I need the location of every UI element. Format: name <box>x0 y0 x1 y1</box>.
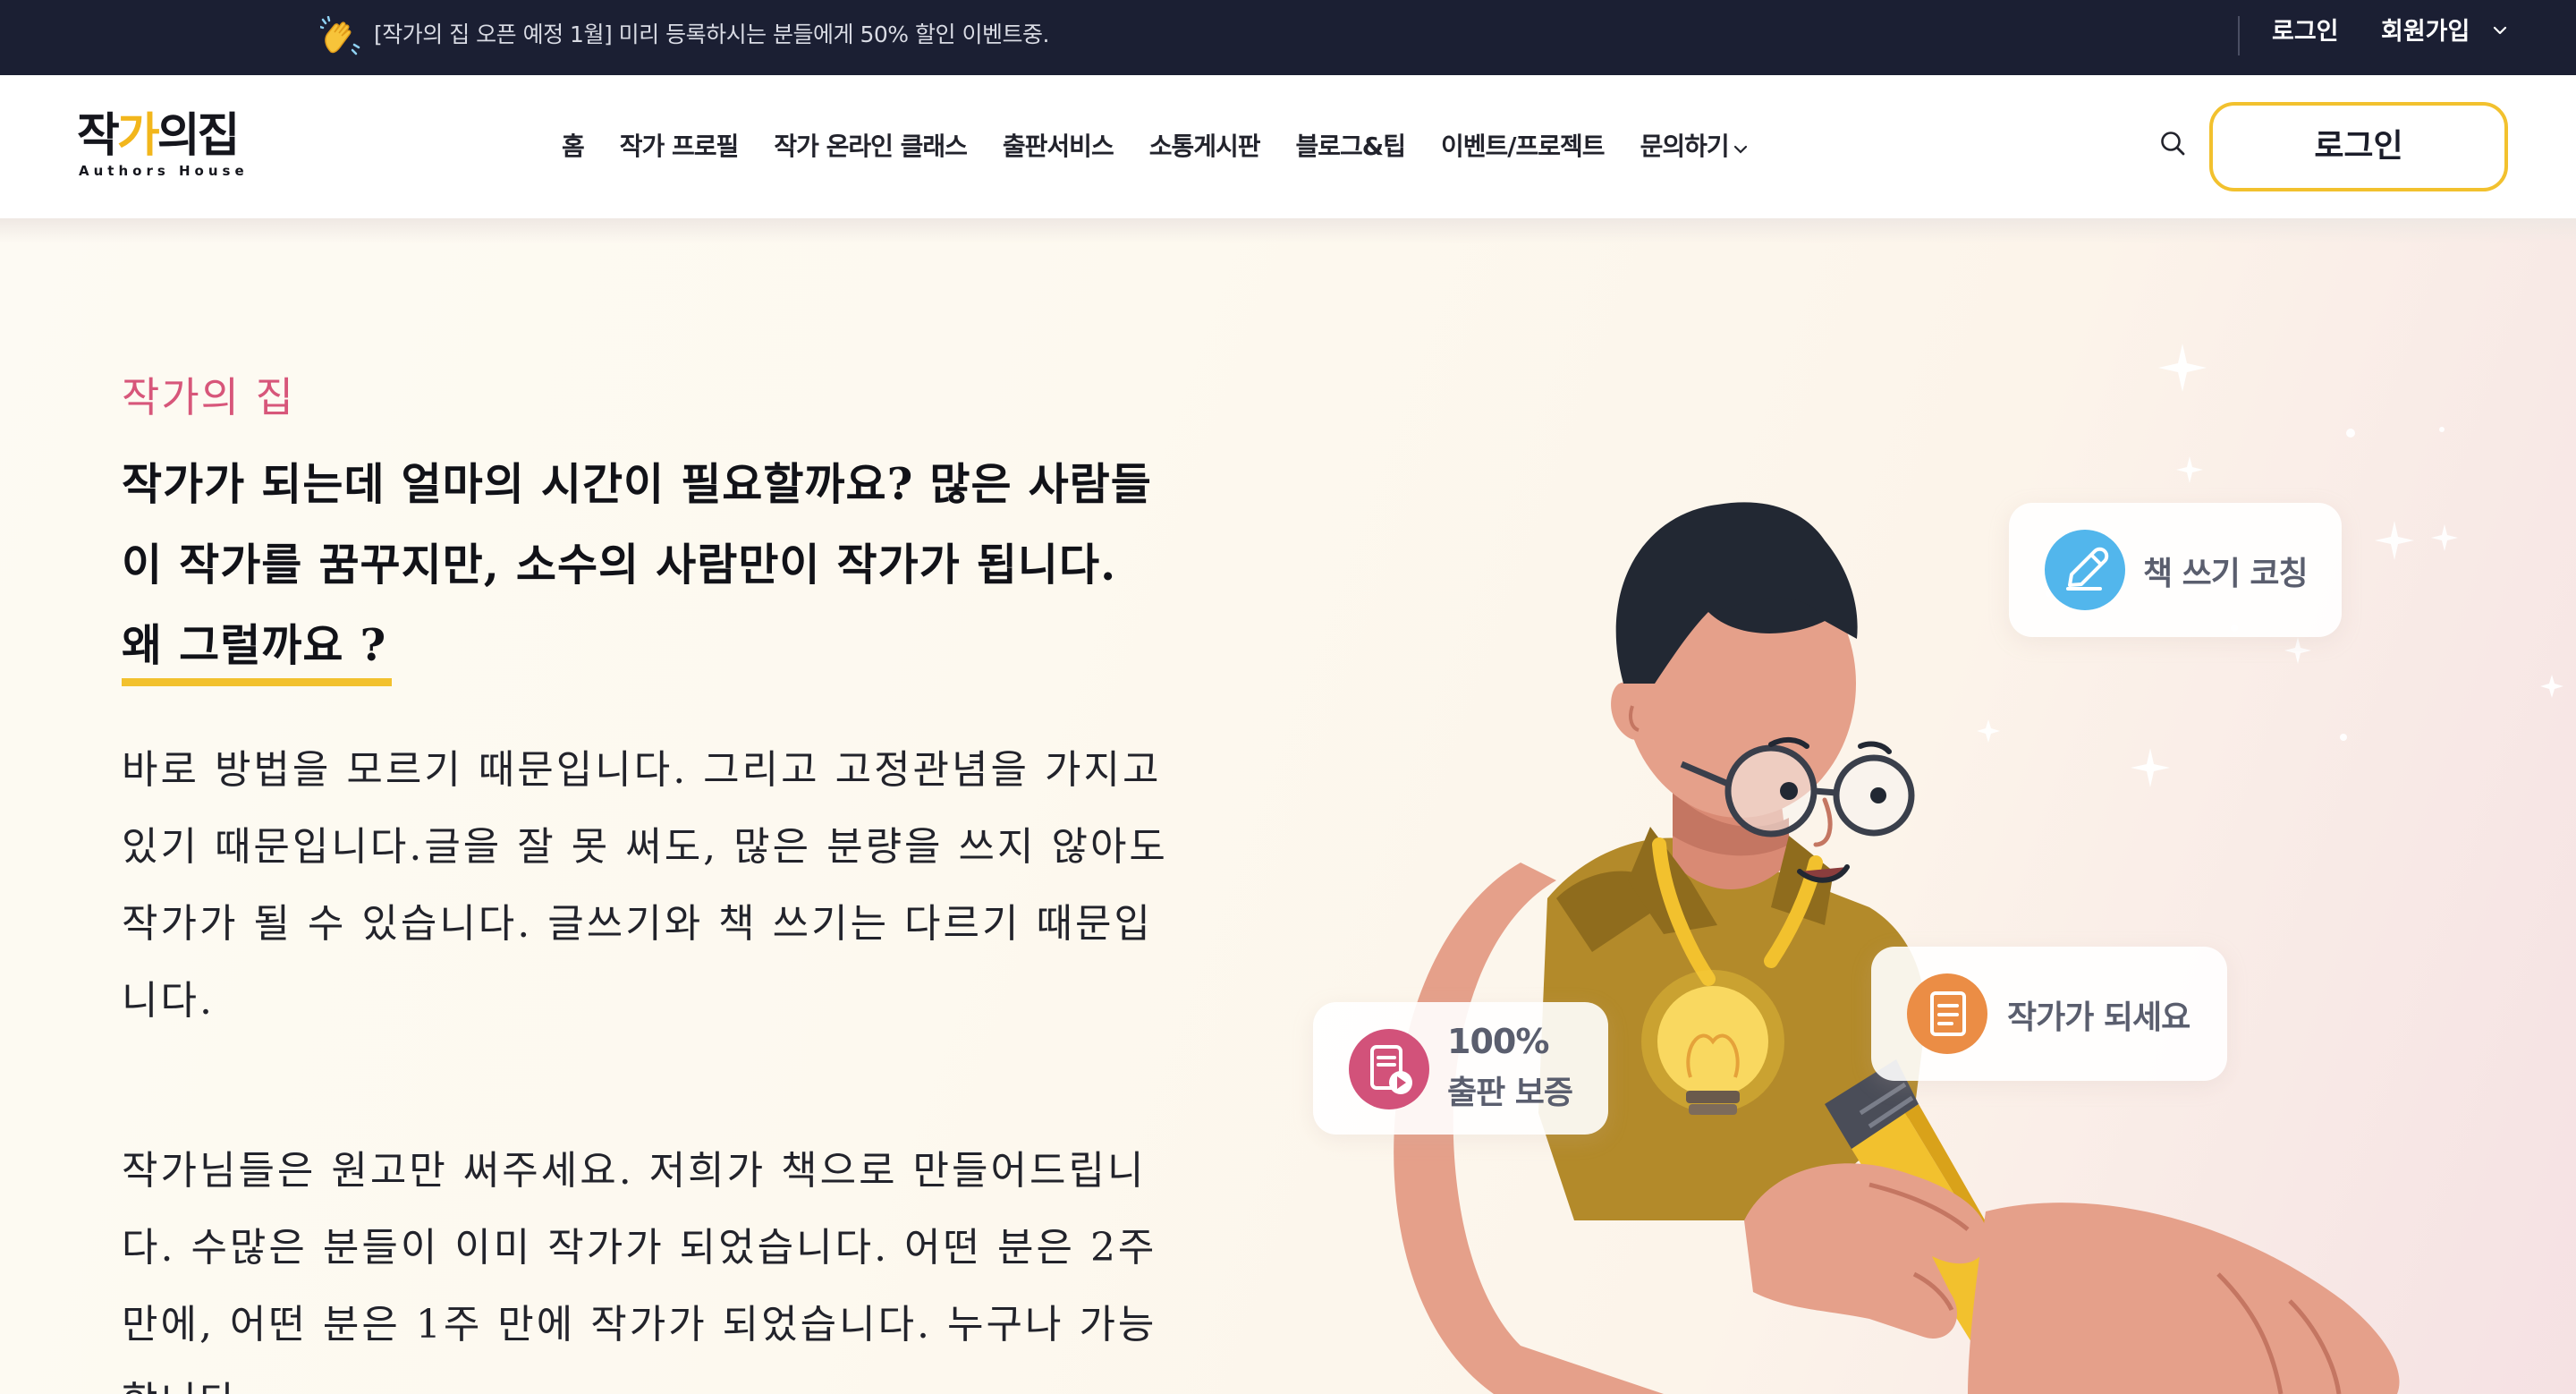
book-icon <box>1907 973 1987 1054</box>
topbar-divider <box>2238 16 2240 55</box>
publishing-guarantee-card[interactable]: 100% 출판 보증 <box>1313 1002 1608 1135</box>
guarantee-percent: 100% <box>1447 1022 1549 1061</box>
nav-item-events[interactable]: 이벤트/프로젝트 <box>1441 127 1606 166</box>
search-icon[interactable] <box>2157 128 2188 158</box>
become-author-label: 작가가 되세요 <box>2007 999 2190 1036</box>
pencil-icon <box>2045 530 2125 610</box>
guarantee-label: 출판 보증 <box>1447 1075 1573 1111</box>
nav-item-blog[interactable]: 블로그&팁 <box>1296 127 1406 166</box>
nav-item-home[interactable]: 홈 <box>562 127 585 166</box>
announcement-bar: [작가의 집 오픈 예정 1월] 미리 등록하시는 분들에게 50% 할인 이벤… <box>0 0 2576 75</box>
main-nav: 홈 작가 프로필 작가 온라인 클래스 출판서비스 소통게시판 블로그&팁 이벤… <box>562 127 1784 166</box>
paragraph-line: 있기 때문입니다.글을 잘 못 써도, 많은 분량을 쓰지 않아도 <box>122 824 1168 870</box>
ebook-play-icon <box>1349 1029 1429 1109</box>
headline-highlight: 왜 그럴까요 ? <box>122 612 393 686</box>
headline-line: 이 작가를 꿈꾸지만, 소수의 사람만이 작가가 됩니다. <box>122 539 1117 591</box>
topbar-login-link[interactable]: 로그인 <box>2272 16 2339 48</box>
nav-item-author-profile[interactable]: 작가 프로필 <box>620 127 740 166</box>
hero-paragraph-2: 작가님들은 원고만 써주세요. 저희가 책으로 만들어드립니 다. 수많은 분들… <box>122 1133 1275 1394</box>
paragraph-line: 바로 방법을 모르기 때문입니다. 그리고 고정관념을 가지고 <box>122 747 1162 793</box>
logo-korean: 작가의집 <box>77 109 240 163</box>
login-button[interactable]: 로그인 <box>2209 102 2508 191</box>
topbar-signup-link[interactable]: 회원가입 <box>2381 16 2470 48</box>
writer-illustration <box>1394 344 2563 1394</box>
hero-section: 작가의 집 작가가 되는데 얼마의 시간이 필요할까요? 많은 사람들 이 작가… <box>0 218 2576 1394</box>
announcement-text[interactable]: [작가의 집 오픈 예정 1월] 미리 등록하시는 분들에게 50% 할인 이벤… <box>374 20 1049 50</box>
chevron-down-icon[interactable] <box>2491 21 2509 39</box>
nav-item-online-class[interactable]: 작가 온라인 클래스 <box>774 127 968 166</box>
waving-hand-icon <box>320 16 360 55</box>
hero-paragraph-1: 바로 방법을 모르기 때문입니다. 그리고 고정관념을 가지고 있기 때문입니다… <box>122 732 1275 1040</box>
nav-item-contact[interactable]: 문의하기 <box>1640 127 1749 166</box>
nav-item-board[interactable]: 소통게시판 <box>1149 127 1261 166</box>
logo-english: Authors House <box>79 163 249 179</box>
coaching-label: 책 쓰기 코칭 <box>2143 556 2309 592</box>
hero-eyebrow: 작가의 집 <box>122 373 295 421</box>
paragraph-line: 만에, 어떤 분은 1주 만에 작가가 되었습니다. 누구나 가능 <box>122 1302 1157 1347</box>
paragraph-line: 니다. <box>122 978 215 1024</box>
become-author-card[interactable]: 작가가 되세요 <box>1871 947 2227 1081</box>
paragraph-line: 작가가 될 수 있습니다. 글쓰기와 책 쓰기는 다르기 때문입 <box>122 901 1153 947</box>
coaching-card[interactable]: 책 쓰기 코칭 <box>2009 503 2342 637</box>
paragraph-line: 합니다. <box>122 1364 1275 1394</box>
site-logo[interactable]: 작가의집 Authors House <box>77 107 247 188</box>
chevron-down-icon <box>1733 145 1747 154</box>
paragraph-line: 다. 수많은 분들이 이미 작가가 되었습니다. 어떤 분은 2주 <box>122 1225 1157 1271</box>
nav-item-publishing[interactable]: 출판서비스 <box>1003 127 1114 166</box>
hero-headline: 작가가 되는데 얼마의 시간이 필요할까요? 많은 사람들 이 작가를 꿈꾸지만… <box>122 444 1284 686</box>
main-header: 작가의집 Authors House 홈 작가 프로필 작가 온라인 클래스 출… <box>0 75 2576 218</box>
paragraph-line: 작가님들은 원고만 써주세요. 저희가 책으로 만들어드립니 <box>122 1148 1147 1194</box>
headline-line: 작가가 되는데 얼마의 시간이 필요할까요? 많은 사람들 <box>122 458 1152 510</box>
